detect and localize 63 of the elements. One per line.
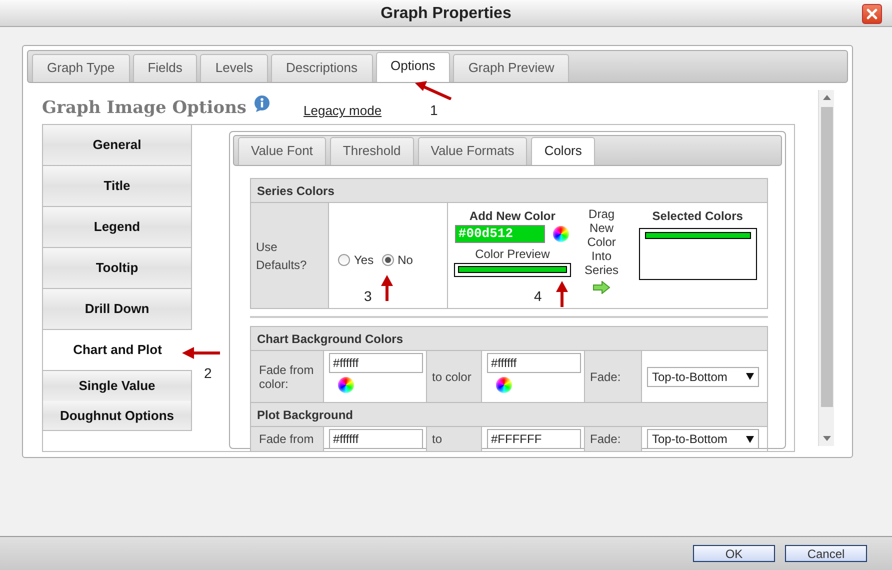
sidebar-item[interactable]: Legend [43, 207, 192, 248]
ok-button[interactable]: OK [693, 545, 775, 562]
tab[interactable]: Value Formats [418, 137, 528, 165]
section-header: Plot Background [250, 402, 768, 426]
cancel-button[interactable]: Cancel [785, 545, 867, 562]
field-label: to color [426, 350, 482, 402]
fade-select[interactable]: Top-to-Bottom [647, 366, 759, 386]
annotation-number: 3 [364, 287, 372, 306]
radio-button[interactable] [338, 254, 350, 266]
tab[interactable]: Graph Type [32, 54, 130, 82]
color-wheel-icon[interactable] [496, 377, 512, 393]
field-label: Use Defaults? [250, 202, 328, 308]
legacy-mode-link[interactable]: Legacy mode [304, 101, 382, 121]
tab[interactable]: Threshold [330, 137, 414, 165]
column-title: Selected Colors [652, 208, 743, 225]
section-header: Chart Background Colors [250, 326, 768, 350]
tab[interactable]: Value Font [238, 137, 326, 165]
column-title: Add New Color [469, 208, 556, 225]
annotation-number: 1 [430, 101, 438, 120]
radio-label: No [398, 252, 413, 268]
tab[interactable]: Options [376, 52, 450, 82]
close-button[interactable] [862, 4, 882, 24]
fade-select[interactable]: Top-to-Bottom [647, 429, 759, 449]
color-input[interactable]: #ffffff [329, 429, 423, 449]
info-icon[interactable] [252, 95, 271, 113]
field-label: Fade from [250, 426, 324, 452]
scrollbar[interactable] [818, 90, 834, 446]
tab[interactable]: Colors [531, 137, 595, 165]
tab[interactable]: Fields [132, 54, 198, 82]
arrow-right-icon [593, 281, 610, 294]
color-input[interactable]: #ffffff [329, 353, 423, 373]
sidebar-item[interactable]: General [43, 125, 192, 166]
annotation-number: 4 [534, 287, 542, 306]
sidebar-item[interactable]: Single Value [43, 371, 192, 401]
field-label: Fade: [584, 426, 642, 452]
window-title: Graph Properties [380, 5, 512, 22]
radio-button[interactable] [382, 254, 394, 266]
color-swatch[interactable] [644, 232, 751, 239]
tab[interactable]: Levels [200, 54, 268, 82]
annotation-arrow [380, 274, 394, 302]
close-icon [866, 8, 878, 20]
annotation-arrow [555, 280, 569, 308]
color-wheel-icon[interactable] [338, 377, 354, 393]
section-heading: Graph Image Options [42, 97, 247, 120]
sidebar-item[interactable]: Tooltip [43, 248, 192, 289]
field-label: to [426, 426, 482, 452]
preview-label: Color Preview [475, 246, 550, 263]
annotation-arrow [414, 80, 452, 100]
annotation-number: 2 [204, 364, 212, 383]
color-input[interactable]: #FFFFFF [487, 429, 581, 449]
sidebar-item[interactable]: Drill Down [43, 289, 192, 330]
color-input[interactable]: #ffffff [487, 353, 581, 373]
field-label: Fade from color: [250, 350, 324, 402]
sidebar-item[interactable]: Doughnut Options [43, 401, 192, 431]
sidebar-item[interactable]: Title [43, 166, 192, 207]
field-label: Fade: [584, 350, 642, 402]
tab[interactable]: Descriptions [270, 54, 372, 82]
drag-hint: Drag New Color Into Series [584, 207, 620, 277]
section-header: Series Colors [250, 178, 768, 202]
radio-label: Yes [354, 252, 374, 268]
annotation-arrow [181, 346, 221, 360]
color-wheel-icon[interactable] [553, 226, 570, 242]
tab[interactable]: Graph Preview [453, 54, 570, 82]
